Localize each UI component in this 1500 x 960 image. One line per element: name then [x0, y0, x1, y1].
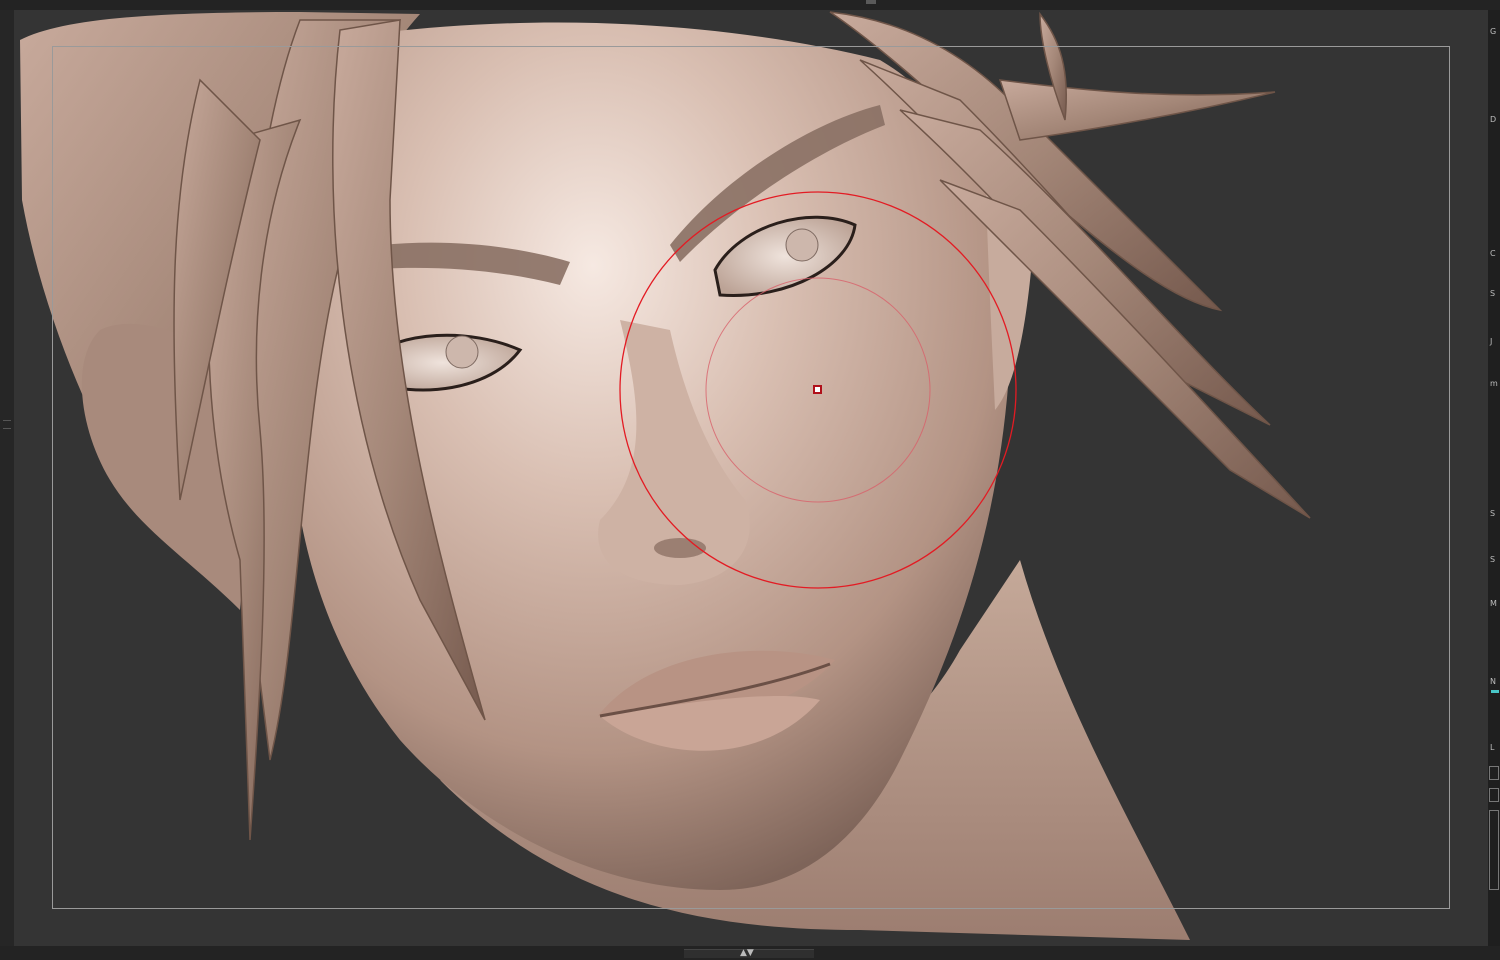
- right-tray-glyph-10[interactable]: N: [1490, 678, 1496, 686]
- right-tray-glyph-1[interactable]: G: [1490, 28, 1496, 36]
- hair-strand-right-5: [998, 79, 1276, 141]
- right-tray-glyph-7[interactable]: S: [1490, 510, 1495, 518]
- bottom-tray-toggle-icon[interactable]: ▲▼: [740, 949, 754, 958]
- brush-center-point: [813, 385, 822, 394]
- right-tray-button-3[interactable]: [1489, 810, 1499, 890]
- left-tray-gutter[interactable]: [0, 10, 14, 960]
- iris-left: [445, 335, 479, 369]
- right-tray-glyph-5[interactable]: J: [1490, 338, 1492, 346]
- right-tray-button-2[interactable]: [1489, 788, 1499, 802]
- top-strip: [0, 0, 1500, 10]
- iris-right: [785, 228, 819, 262]
- right-tray-glyph-11[interactable]: L: [1490, 744, 1494, 752]
- document-viewport[interactable]: [14, 10, 1488, 946]
- right-tray-glyph-4[interactable]: S: [1490, 290, 1495, 298]
- right-tray-glyph-9[interactable]: M: [1490, 600, 1497, 608]
- right-tray-glyph-8[interactable]: S: [1490, 556, 1495, 564]
- right-tray-glyph-6[interactable]: m: [1490, 380, 1498, 388]
- left-tray-toggle-2[interactable]: [3, 428, 11, 429]
- left-tray-toggle[interactable]: [3, 420, 11, 421]
- right-tray-glyph-2[interactable]: D: [1490, 116, 1496, 124]
- right-tray[interactable]: G D C S J m S S M N L: [1488, 10, 1500, 960]
- right-tray-glyph-3[interactable]: C: [1490, 250, 1496, 258]
- right-tray-button-1[interactable]: [1489, 766, 1499, 780]
- sculpt-model: [20, 11, 1311, 940]
- top-splitter-handle[interactable]: [866, 0, 876, 4]
- right-tray-accent-slider[interactable]: [1491, 690, 1499, 693]
